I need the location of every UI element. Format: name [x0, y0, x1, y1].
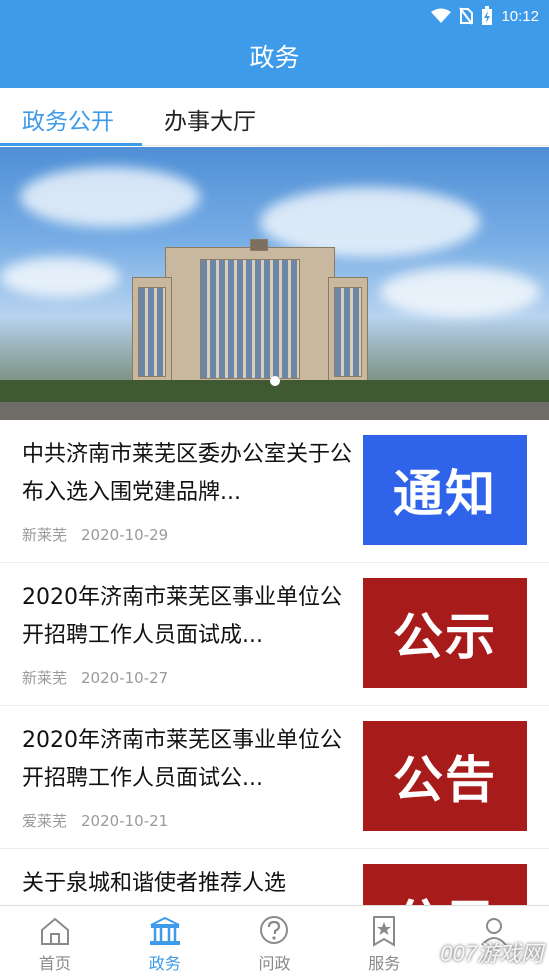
- carousel-indicator: [0, 376, 549, 386]
- home-icon: [40, 917, 69, 945]
- news-date: 2020-10-27: [81, 669, 169, 687]
- news-meta: 新莱芜 2020-10-27: [22, 667, 168, 688]
- news-source: 新莱芜: [22, 669, 68, 687]
- news-meta: 新莱芜 2020-10-29: [22, 524, 168, 545]
- news-item[interactable]: 2020年济南市莱芜区事业单位公开招聘工作人员面试公... 爱莱芜 2020-10…: [0, 706, 549, 849]
- news-date: 2020-10-29: [81, 526, 169, 544]
- news-meta: 爱莱芜 2020-10-21: [22, 810, 168, 831]
- news-thumbnail: 通知: [363, 435, 527, 545]
- carousel-dot[interactable]: [269, 376, 280, 386]
- news-thumbnail: 公告: [363, 721, 527, 831]
- star-bookmark-icon: [373, 916, 396, 947]
- app-bar: 10:12 政务: [0, 0, 549, 88]
- nav-label: 首页: [38, 954, 71, 973]
- wifi-icon: [431, 8, 452, 23]
- news-title: 2020年济南市莱芜区事业单位公开招聘工作人员面试成...: [22, 585, 342, 648]
- news-title: 中共济南市莱芜区委办公室关于公布入选入围党建品牌...: [22, 442, 352, 505]
- watermark: 007游戏网: [440, 941, 543, 966]
- news-thumbnail: 公示: [363, 578, 527, 688]
- banner-carousel[interactable]: [0, 147, 549, 420]
- tab-indicator: [0, 143, 142, 146]
- status-bar: 10:12: [431, 4, 539, 28]
- tab-bar: 政务公开 办事大厅: [0, 88, 549, 146]
- nav-label: 服务: [368, 954, 401, 973]
- news-item[interactable]: 2020年济南市莱芜区事业单位公开招聘工作人员面试成... 新莱芜 2020-10…: [0, 563, 549, 706]
- government-building-icon: [149, 916, 180, 945]
- battery-charging-icon: [482, 6, 493, 25]
- nav-home[interactable]: 首页: [0, 906, 110, 976]
- nav-inquiry[interactable]: 问政: [220, 906, 330, 976]
- nav-label: 问政: [258, 954, 291, 973]
- question-icon: [260, 916, 289, 944]
- no-sim-icon: [459, 7, 474, 25]
- news-source: 新莱芜: [22, 526, 68, 544]
- status-time: 10:12: [501, 7, 539, 25]
- nav-service[interactable]: 服务: [329, 906, 439, 976]
- tab-public-affairs[interactable]: 政务公开: [22, 102, 114, 136]
- page-title: 政务: [249, 43, 300, 72]
- news-title: 关于泉城和谐使者推荐人选: [22, 871, 287, 896]
- nav-government[interactable]: 政务: [110, 906, 220, 976]
- tab-service-hall[interactable]: 办事大厅: [164, 102, 256, 136]
- news-title: 2020年济南市莱芜区事业单位公开招聘工作人员面试公...: [22, 728, 342, 791]
- news-date: 2020-10-21: [81, 812, 169, 830]
- nav-label: 政务: [148, 954, 181, 973]
- news-source: 爱莱芜: [22, 812, 68, 830]
- news-item[interactable]: 中共济南市莱芜区委办公室关于公布入选入围党建品牌... 新莱芜 2020-10-2…: [0, 420, 549, 563]
